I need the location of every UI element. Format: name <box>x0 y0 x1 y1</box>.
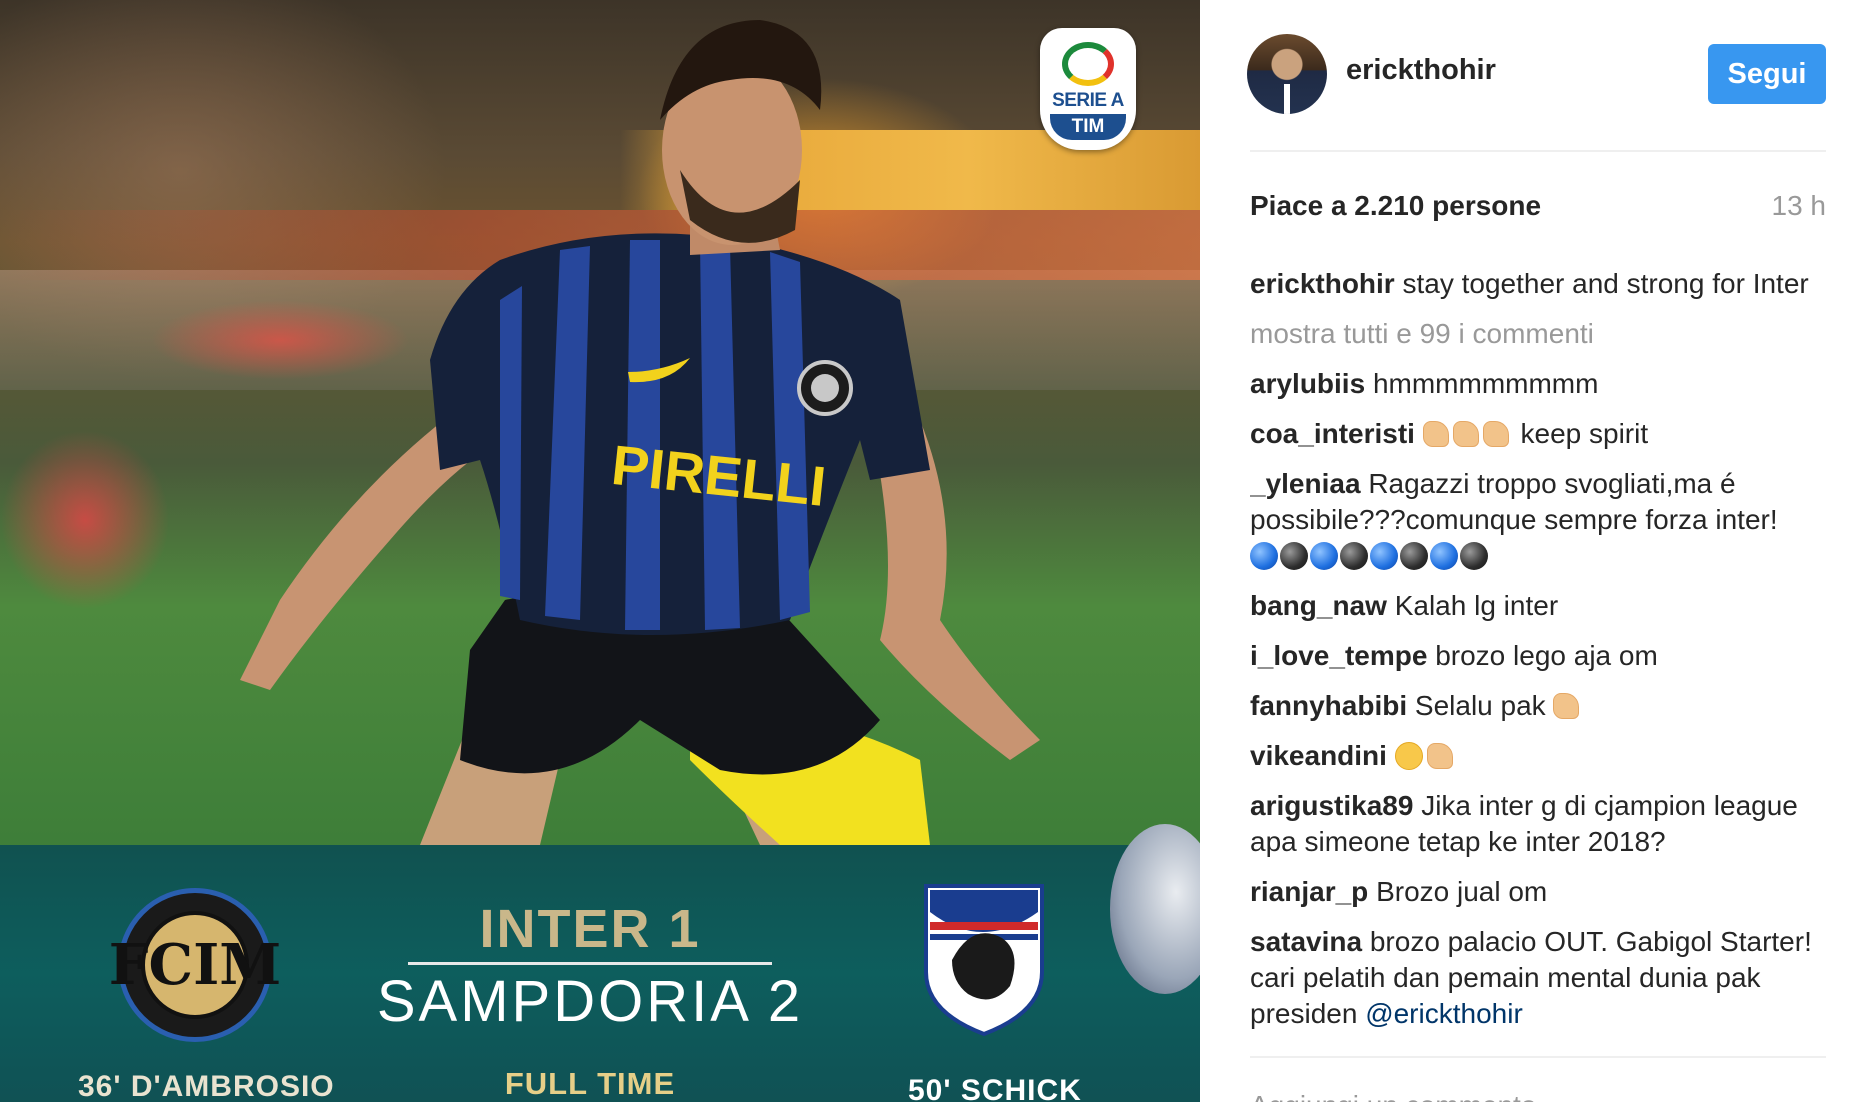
comment-text: keep spirit <box>1520 418 1649 449</box>
comment-text: brozo lego aja om <box>1435 640 1658 671</box>
score-away: SAMPDORIA 2 <box>376 969 804 1034</box>
comment-item: satavina brozo palacio OUT. Gabigol Star… <box>1250 924 1830 1032</box>
black-circle-icon <box>1340 542 1368 570</box>
header-divider <box>1250 150 1826 152</box>
comment-list: erickthohir stay together and strong for… <box>1250 266 1830 1062</box>
comment-item: bang_naw Kalah lg inter <box>1250 588 1830 624</box>
comment-user[interactable]: coa_interisti <box>1250 418 1415 449</box>
comment-item: _yleniaa Ragazzi troppo svogliati,ma é p… <box>1250 466 1830 574</box>
comment-user[interactable]: bang_naw <box>1250 590 1387 621</box>
add-comment-input[interactable]: Aggiungi un commento... <box>1250 1090 1560 1102</box>
inter-monogram-icon: FCIM <box>108 932 282 998</box>
comment-item: rianjar_p Brozo jual om <box>1250 874 1830 910</box>
post-timestamp[interactable]: 13 h <box>1772 190 1827 222</box>
pensive-face-icon <box>1394 742 1423 770</box>
flexed-biceps-icon <box>1553 693 1580 719</box>
serie-a-ring-icon <box>1062 42 1114 86</box>
football-player-figure: PIRELLI <box>240 20 1040 845</box>
flexed-biceps-icon <box>1422 421 1449 447</box>
flexed-biceps-icon <box>1426 743 1453 769</box>
comment-text: Selalu pak <box>1414 690 1546 721</box>
emoji-row <box>1250 538 1830 574</box>
score-divider <box>408 962 772 965</box>
scorer-away: 50' SCHICK <box>908 1074 1082 1102</box>
match-status: FULL TIME <box>504 1066 676 1101</box>
username-link[interactable]: erickthohir <box>1346 54 1496 87</box>
blue-circle-icon <box>1250 542 1278 570</box>
serie-a-label: SERIE A <box>1052 90 1124 111</box>
comment-user[interactable]: vikeandini <box>1250 740 1387 771</box>
comment-item: vikeandini <box>1250 738 1830 774</box>
avatar-tie <box>1284 84 1290 114</box>
caption: erickthohir stay together and strong for… <box>1250 266 1830 302</box>
inter-logo-inner: FCIM <box>109 911 281 1019</box>
comment-user[interactable]: arylubiis <box>1250 368 1365 399</box>
serie-a-logo: SERIE A TIM <box>1040 28 1136 150</box>
post-photo[interactable]: PIRELLI SERIE A TIM FCIM INTER 1 SAMPDOR… <box>0 0 1200 1102</box>
flexed-biceps-icon <box>1482 421 1509 447</box>
comment-user[interactable]: satavina <box>1250 926 1362 957</box>
inter-logo: FCIM <box>109 888 281 1042</box>
score-home: INTER 1 <box>479 899 701 959</box>
comment-text: hmmmmmmmmm <box>1372 368 1599 399</box>
comment-user[interactable]: rianjar_p <box>1250 876 1368 907</box>
comment-item: coa_interisti keep spirit <box>1250 416 1830 452</box>
comment-mention-link[interactable]: @erickthohir <box>1365 998 1523 1029</box>
black-circle-icon <box>1400 542 1428 570</box>
black-circle-icon <box>1460 542 1488 570</box>
caption-user[interactable]: erickthohir <box>1250 268 1395 299</box>
comment-text: Brozo jual om <box>1376 876 1548 907</box>
likes-count[interactable]: Piace a 2.210 persone <box>1250 190 1541 222</box>
follow-button[interactable]: Segui <box>1708 44 1826 104</box>
comment-item: i_love_tempe brozo lego aja om <box>1250 638 1830 674</box>
show-all-comments-link[interactable]: mostra tutti e 99 i commenti <box>1250 316 1830 352</box>
black-circle-icon <box>1280 542 1308 570</box>
comment-user[interactable]: fannyhabibi <box>1250 690 1407 721</box>
sampdoria-logo <box>924 884 1044 1037</box>
comment-item: arylubiis hmmmmmmmmm <box>1250 366 1830 402</box>
scorer-home: 36' D'AMBROSIO <box>78 1070 335 1102</box>
blue-circle-icon <box>1430 542 1458 570</box>
comment-text: Kalah lg inter <box>1394 590 1559 621</box>
blue-circle-icon <box>1310 542 1338 570</box>
serie-a-sponsor: TIM <box>1050 114 1126 140</box>
blue-circle-icon <box>1370 542 1398 570</box>
avatar[interactable] <box>1247 34 1327 114</box>
comment-user[interactable]: i_love_tempe <box>1250 640 1427 671</box>
comments-bottom-divider <box>1250 1056 1826 1058</box>
comment-item: arigustika89 Jika inter g di cjampion le… <box>1250 788 1830 860</box>
post-sidebar: erickthohir Segui Piace a 2.210 persone … <box>1200 0 1860 1102</box>
comment-user[interactable]: _yleniaa <box>1250 468 1361 499</box>
caption-text: stay together and strong for Inter <box>1402 268 1809 299</box>
comment-item: fannyhabibi Selalu pak <box>1250 688 1830 724</box>
flexed-biceps-icon <box>1452 421 1479 447</box>
comment-user[interactable]: arigustika89 <box>1250 790 1413 821</box>
